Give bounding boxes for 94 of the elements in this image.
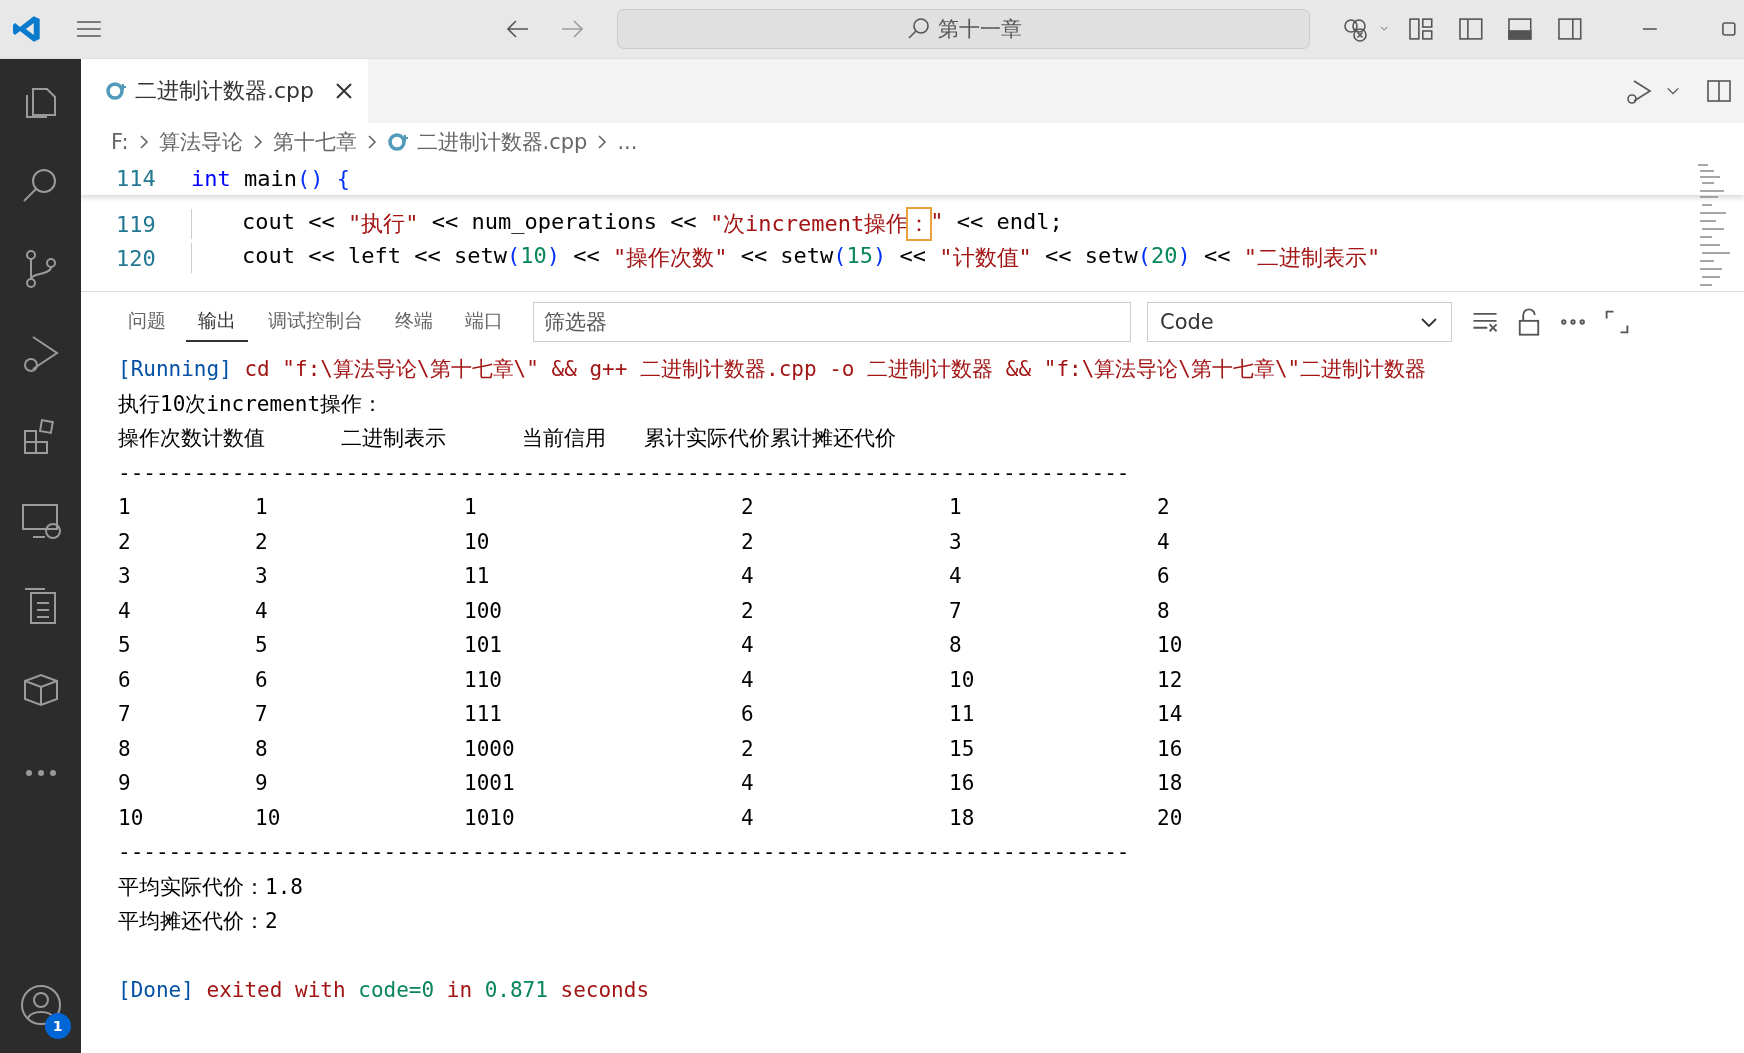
output-value: 2 (741, 598, 755, 623)
panel-tab[interactable]: 问题 (116, 302, 178, 342)
output-value: 1 (255, 495, 269, 520)
output-value: 2 (118, 529, 132, 554)
output-value: 7 (255, 702, 269, 727)
output-value: 8 (949, 633, 963, 658)
output-value: 18 (1157, 771, 1184, 796)
output-value: 4 (741, 667, 755, 692)
output-value: 20 (1157, 805, 1184, 830)
output-value: 16 (949, 771, 976, 796)
output-value: 4 (741, 771, 755, 796)
output-value: 1001 (464, 771, 516, 796)
output-value: 2 (741, 736, 755, 761)
output-value: 101 (464, 633, 503, 658)
output-value: 2 (741, 495, 755, 520)
close-icon[interactable] (334, 81, 355, 101)
output-value: 1 (949, 495, 963, 520)
output-value: 18 (949, 805, 976, 830)
output-value: 15 (949, 736, 976, 761)
output-value: 100 (464, 598, 503, 623)
output-value: 8 (118, 736, 132, 761)
output-value: 16 (1157, 736, 1184, 761)
output-value: 10 (118, 805, 145, 830)
output-text: -------------------------------------------------------------------------------- (118, 460, 1130, 485)
line-number: 119 (115, 211, 157, 237)
output-value: 111 (464, 702, 503, 727)
output-value: 14 (1157, 702, 1184, 727)
cpp-file-icon (386, 131, 409, 153)
output-value: 12 (1157, 667, 1184, 692)
output-value: 11 (464, 564, 491, 589)
editor-tab[interactable]: 二进制计数器.cpp (81, 59, 369, 123)
output-value: 9 (118, 771, 132, 796)
code-line: int main() { (191, 165, 350, 191)
code-line: cout << "执行" << num_operations << "次increment操作：" << endl; (191, 209, 1063, 239)
output-value: 4 (1157, 529, 1171, 554)
output-value: 2 (741, 529, 755, 554)
output-value: 7 (118, 702, 132, 727)
output-value: 5 (255, 633, 269, 658)
panel-tab[interactable]: 调试控制台 (256, 302, 375, 342)
output-value: 7 (949, 598, 963, 623)
output-value: 6 (741, 702, 755, 727)
output-value: 4 (118, 598, 132, 623)
output-value: 10 (949, 667, 976, 692)
output-value: 10 (1157, 633, 1184, 658)
output-value: 3 (949, 529, 963, 554)
output-text: [Done] exited with code=0 in 0.871 seconds (118, 978, 650, 1003)
output-text: [Running] cd "f:\算法导论\第十七章\" && g++ 二进制计数器.cpp -o 二进制计数器 && "f:\算法导论\第十七章\"二进制计数器 (118, 356, 1427, 384)
breadcrumb-item[interactable]: ... (617, 130, 638, 154)
panel-tab[interactable]: 终端 (383, 302, 445, 342)
output-value: 2 (255, 529, 269, 554)
output-value: 4 (741, 564, 755, 589)
search-text: 第十一章 (937, 16, 1022, 43)
panel-tab[interactable]: 输出 (186, 302, 248, 342)
output-value: 1 (464, 495, 478, 520)
output-value: 4 (741, 805, 755, 830)
output-value: 4 (255, 598, 269, 623)
output-value: 1000 (464, 736, 516, 761)
output-value: 1 (118, 495, 132, 520)
cpp-file-icon (105, 80, 127, 102)
app-logo (12, 14, 42, 44)
line-number: 120 (115, 245, 157, 271)
output-value: 9 (255, 771, 269, 796)
output-text: 执行10次increment操作： (118, 390, 384, 418)
output-value: 3 (118, 564, 132, 589)
output-value: 5 (118, 633, 132, 658)
output-text: -------------------------------------------------------------------------------- (118, 840, 1130, 865)
panel-tab[interactable]: 端口 (453, 302, 515, 342)
output-value: 110 (464, 667, 503, 692)
breadcrumb-item[interactable]: 算法导论 (158, 128, 243, 156)
output-value: 6 (255, 667, 269, 692)
breadcrumb-item[interactable]: F: (111, 130, 129, 154)
output-text: 平均实际代价：1.8 (118, 873, 303, 901)
output-value: 8 (1157, 598, 1171, 623)
output-value: 11 (949, 702, 976, 727)
output-value: 10 (464, 529, 491, 554)
output-text: 操作次数计数值 二进制表示 当前信用 累计实际代价累计摊还代价 (118, 425, 896, 453)
search-field[interactable]: 第十一章 (617, 9, 1310, 49)
output-value: 6 (1157, 564, 1171, 589)
output-value: 10 (255, 805, 282, 830)
notification-badge: 1 (44, 1013, 71, 1039)
breadcrumb-item[interactable]: 二进制计数器.cpp (416, 128, 588, 156)
breadcrumb-item[interactable]: 第十七章 (272, 128, 357, 156)
filter-field[interactable]: 筛选器 (533, 302, 1131, 342)
output-value: 1010 (464, 805, 516, 830)
output-value: 8 (255, 736, 269, 761)
output-text: 平均摊还代价：2 (118, 908, 278, 936)
code-line: cout << left << setw(10) << "操作次数" << setw(15) << "计数值" << setw(20) << "二进制表示" (191, 243, 1381, 273)
output-channel-dropdown[interactable]: Code (1147, 302, 1452, 342)
line-number: 114 (115, 165, 157, 191)
output-value: 6 (118, 667, 132, 692)
output-value: 4 (949, 564, 963, 589)
output-value: 4 (741, 633, 755, 658)
output-value: 3 (255, 564, 269, 589)
output-value: 2 (1157, 495, 1171, 520)
